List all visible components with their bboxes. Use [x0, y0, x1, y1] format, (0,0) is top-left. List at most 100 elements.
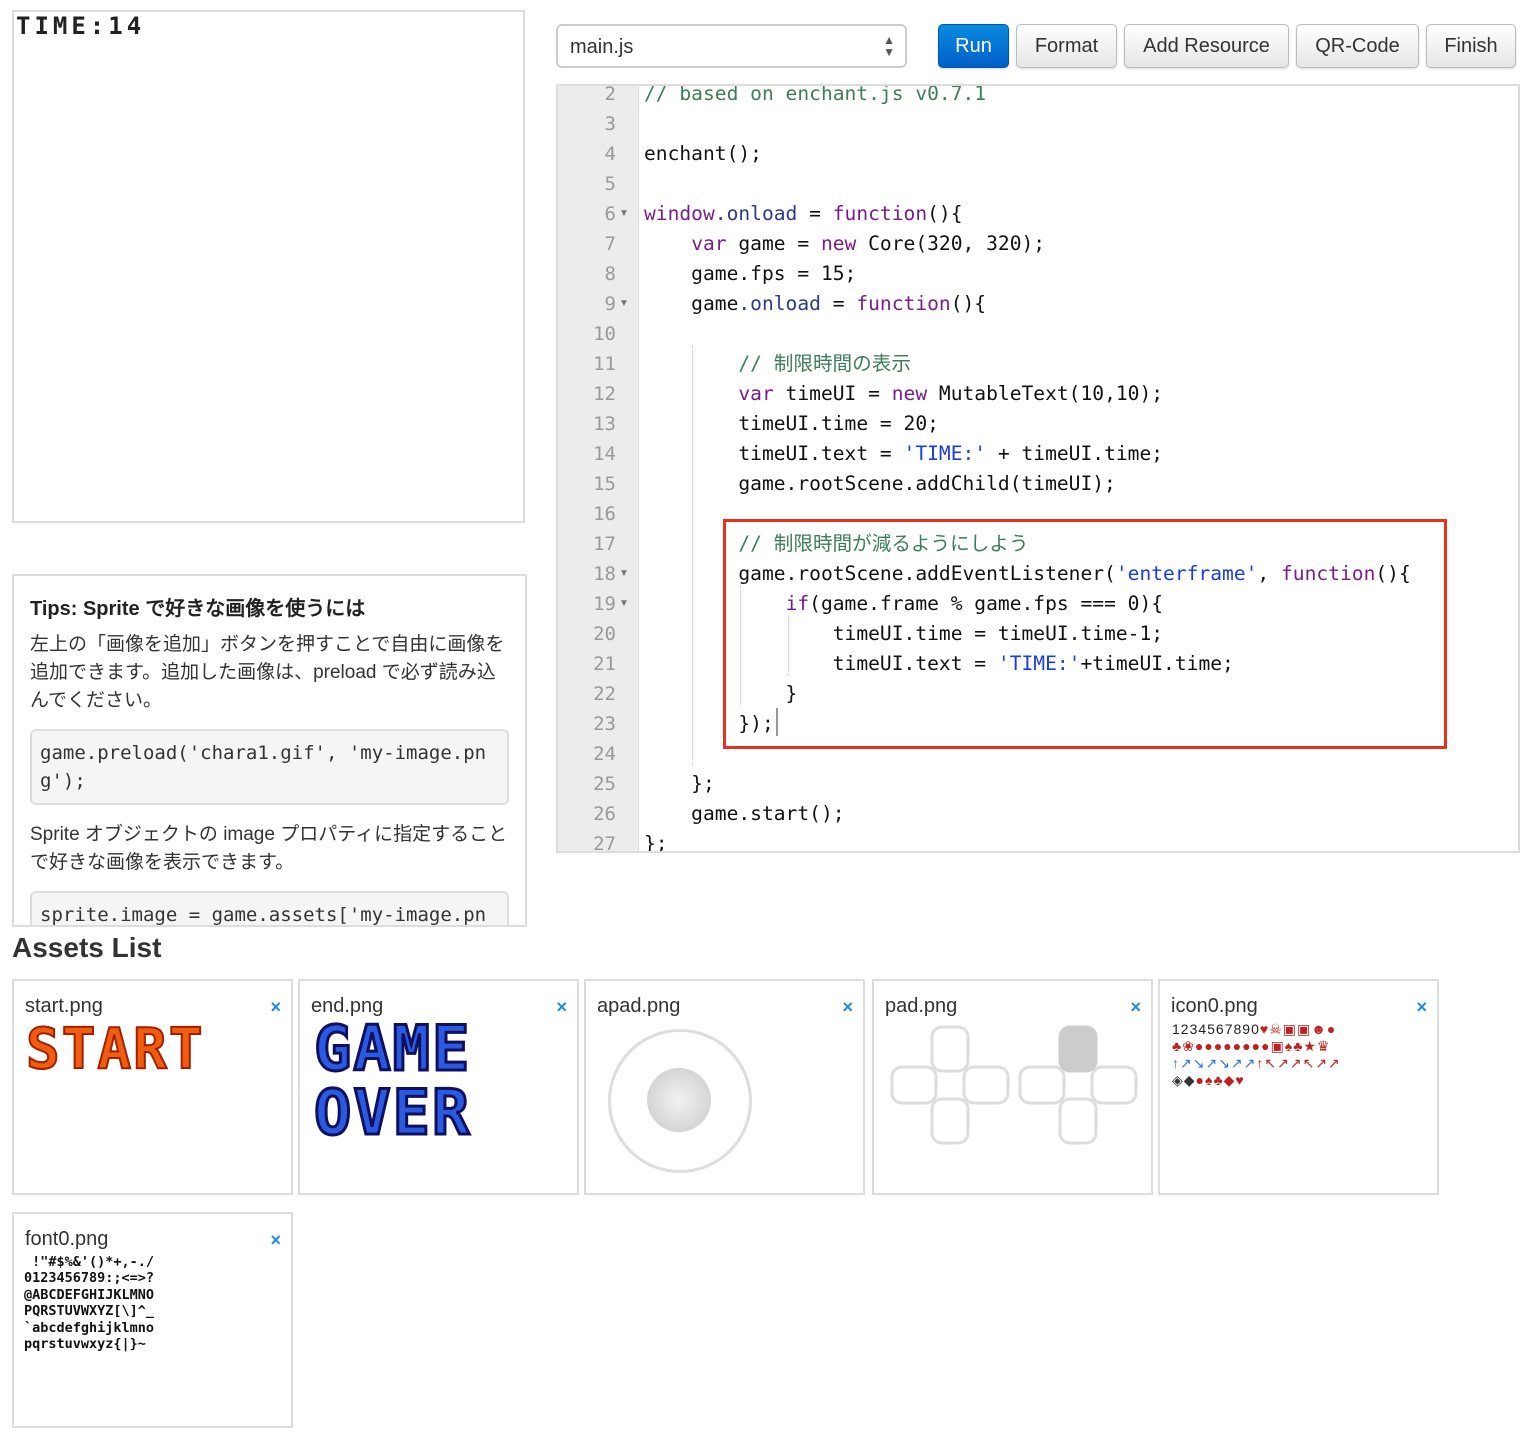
remove-icon[interactable]: ×	[556, 997, 567, 1018]
finish-button[interactable]: Finish	[1426, 24, 1516, 68]
line-number: 19	[593, 593, 616, 615]
tips-panel: Tips: Sprite で好きな画像を使うには 左上の「画像を追加」ボタンを押…	[12, 574, 527, 927]
glyph-row: `abcdefghijklmno	[24, 1319, 155, 1336]
asset-name: pad.png	[885, 995, 958, 1017]
code-token: new	[820, 232, 857, 255]
line-number: 5	[604, 173, 616, 195]
asset-card[interactable]: apad.png ×	[584, 979, 865, 1195]
code-token: game.fps = 15;	[644, 262, 857, 285]
code-token: new	[891, 382, 928, 405]
code-token: .onload	[714, 202, 798, 225]
asset-card[interactable]: font0.png × !"#$%&'()*+,-./ 0123456789:;…	[12, 1212, 293, 1428]
line-number: 3	[604, 113, 616, 135]
line-number: 15	[593, 473, 616, 495]
format-button[interactable]: Format	[1016, 24, 1117, 68]
fold-arrow-icon[interactable]: ▼	[619, 559, 629, 589]
code-token: + timeUI.time;	[986, 442, 1164, 465]
code-line: game.fps = 15;	[644, 259, 856, 289]
fold-arrow-icon[interactable]: ▼	[619, 289, 629, 319]
code-token: game =	[726, 232, 821, 255]
asset-card[interactable]: end.png × GAME OVER	[298, 979, 579, 1195]
line-number: 18	[593, 563, 616, 585]
code-token: function	[856, 292, 951, 315]
start-image: START	[25, 1016, 205, 1083]
code-token: Core(320, 320);	[856, 232, 1046, 255]
highlight-box	[723, 519, 1447, 749]
line-number: 8	[604, 263, 616, 285]
game-screen[interactable]	[12, 10, 525, 523]
line-number: 7	[604, 233, 616, 255]
code-token: var	[691, 232, 727, 255]
code-token: 'TIME:'	[903, 442, 987, 465]
code-token: // 制限時間の表示	[644, 352, 911, 375]
code-line: // based on enchant.js v0.7.1	[644, 84, 987, 109]
remove-icon[interactable]: ×	[270, 1230, 281, 1251]
remove-icon[interactable]: ×	[1416, 997, 1427, 1018]
code-line: };	[644, 769, 715, 799]
code-token: (){	[950, 292, 987, 315]
add-resource-button[interactable]: Add Resource	[1124, 24, 1289, 68]
code-token: window	[644, 202, 715, 225]
glyph-row: PQRSTUVWXYZ[\]^_	[24, 1303, 155, 1320]
line-number: 27	[593, 833, 616, 853]
line-number: 20	[593, 623, 616, 645]
text-cursor	[776, 708, 778, 736]
code-line: var game = new Core(320, 320);	[644, 229, 1045, 259]
line-number: 16	[593, 503, 616, 525]
glyph-row: 0123456789:;<=>?	[24, 1270, 155, 1287]
code-line: game.start();	[644, 799, 845, 829]
code-token: game.start();	[644, 802, 845, 825]
code-line: var timeUI = new MutableText(10,10);	[644, 379, 1163, 409]
code-token: };	[644, 772, 715, 795]
line-number: 25	[593, 773, 616, 795]
fold-arrow-icon[interactable]: ▼	[619, 199, 629, 229]
tips-paragraph: 左上の「画像を追加」ボタンを押すことで自由に画像を追加できます。追加した画像は、…	[30, 634, 505, 711]
line-number: 12	[593, 383, 616, 405]
code-token: =	[820, 292, 857, 315]
line-number: 14	[593, 443, 616, 465]
fold-arrow-icon[interactable]: ▼	[619, 589, 629, 619]
remove-icon[interactable]: ×	[842, 997, 853, 1018]
assets-list-title: Assets List	[12, 932, 162, 963]
code-token: timeUI.text =	[644, 442, 904, 465]
run-button[interactable]: Run	[938, 24, 1009, 68]
dpad-image	[890, 1025, 1138, 1145]
code-line: game.onload = function(){	[644, 289, 986, 319]
code-token: game	[644, 292, 739, 315]
line-number: 17	[593, 533, 616, 555]
asset-card[interactable]: icon0.png × 1234567890♥☠▣▣☻● ♣❀●●●●●●●●▣♠…	[1158, 979, 1439, 1195]
code-line: timeUI.text = 'TIME:' + timeUI.time;	[644, 439, 1163, 469]
code-line: enchant();	[644, 139, 762, 169]
code-line: game.rootScene.addChild(timeUI);	[644, 469, 1116, 499]
code-token: =	[797, 202, 833, 225]
remove-icon[interactable]: ×	[270, 997, 281, 1018]
game-over-image: GAME OVER	[313, 1012, 472, 1149]
code-token: enchant();	[644, 142, 762, 165]
code-token: .onload	[738, 292, 821, 315]
line-number: 9	[604, 293, 616, 315]
line-number: 21	[593, 653, 616, 675]
asset-card[interactable]: start.png × START	[12, 979, 293, 1195]
code-line: timeUI.time = 20;	[644, 409, 939, 439]
font-sheet-image: !"#$%&'()*+,-./ 0123456789:;<=>? @ABCDEF…	[24, 1254, 154, 1352]
line-number: 24	[593, 743, 616, 765]
file-select[interactable]: main.js ▲ ▼	[556, 24, 907, 68]
line-number: 22	[593, 683, 616, 705]
icon-sheet-image: 1234567890♥☠▣▣☻● ♣❀●●●●●●●●▣♠♣★♛ ↑↗↘↗↘↗↗↑↖…	[1172, 1021, 1341, 1088]
line-number: 23	[593, 713, 616, 735]
line-number: 13	[593, 413, 616, 435]
asset-name: icon0.png	[1171, 995, 1258, 1017]
code-token: game.rootScene.addChild(timeUI);	[644, 472, 1116, 495]
remove-icon[interactable]: ×	[1130, 997, 1141, 1018]
asset-name: font0.png	[25, 1228, 109, 1250]
code-token: (){	[927, 202, 963, 225]
qr-code-button[interactable]: QR-Code	[1296, 24, 1419, 68]
code-line: };	[644, 829, 668, 851]
line-number: 6	[604, 203, 616, 225]
asset-card[interactable]: pad.png ×	[872, 979, 1153, 1195]
tips-title: Tips: Sprite で好きな画像を使うには	[30, 598, 366, 620]
line-number: 26	[593, 803, 616, 825]
code-token: // based on enchant.js v0.7.1	[644, 84, 987, 105]
asset-name: start.png	[25, 995, 103, 1017]
code-token: timeUI =	[773, 382, 892, 405]
